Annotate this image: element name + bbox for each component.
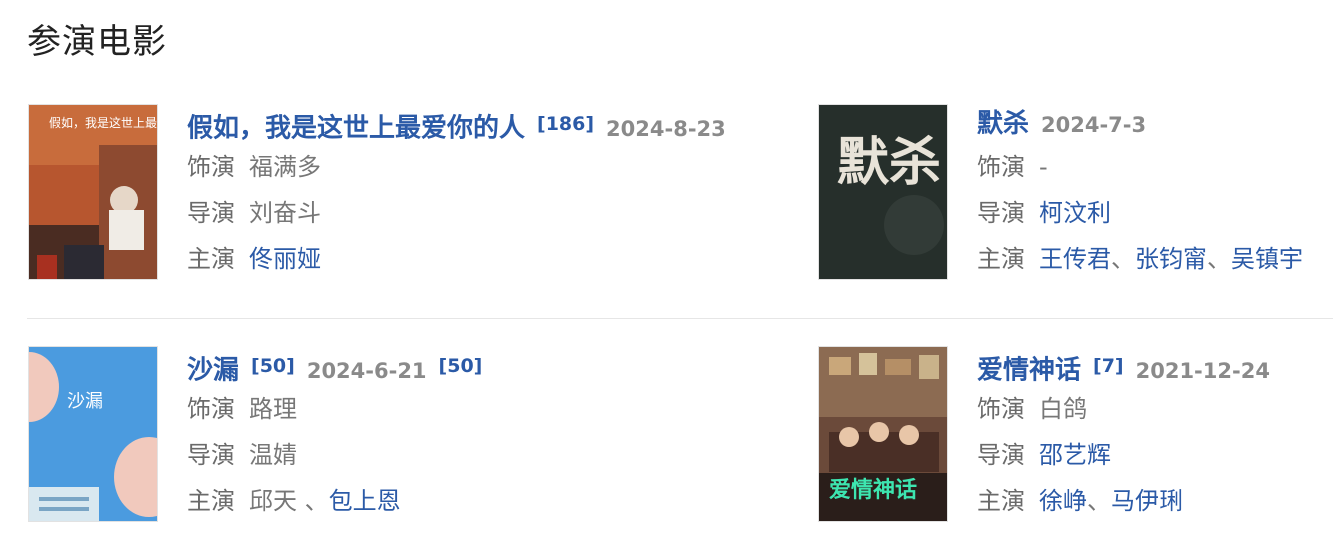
release-date: 2024-6-21 <box>306 359 427 384</box>
movie-title-link[interactable]: 沙漏 <box>187 355 239 385</box>
movie-card: 假如，我是这世上最爱你的人 假如，我是这世上最爱你的人 [186] 2024-8-2… <box>28 104 726 284</box>
cast-link[interactable]: 马伊琍 <box>1111 487 1183 515</box>
cast-label: 主演 <box>977 487 1025 515</box>
role-label: 饰演 <box>977 153 1025 181</box>
director-label: 导演 <box>977 441 1025 469</box>
poster-image: 沙漏 <box>29 347 157 521</box>
role-label: 饰演 <box>187 153 235 181</box>
section-title: 参演电影 <box>27 22 167 62</box>
cast-plain: 邱天 、 <box>249 487 329 515</box>
director-label: 导演 <box>187 199 235 227</box>
cast-link[interactable]: 吴镇宇 <box>1231 245 1303 273</box>
cast-link[interactable]: 徐峥 <box>1039 487 1087 515</box>
role-label: 饰演 <box>187 395 235 423</box>
movie-title-link[interactable]: 爱情神话 <box>977 355 1081 385</box>
row-divider <box>27 318 1333 319</box>
cast-label: 主演 <box>187 487 235 515</box>
poster-image: 默杀 <box>819 105 947 279</box>
release-date: 2024-7-3 <box>1041 113 1147 137</box>
poster-image: 爱情神话 <box>819 347 947 521</box>
director-link[interactable]: 柯汶利 <box>1039 199 1111 227</box>
movie-poster[interactable]: 爱情神话 <box>818 346 948 522</box>
poster-text: 沙漏 <box>67 391 103 412</box>
role-value: 福满多 <box>249 153 321 181</box>
role-value: 路理 <box>249 395 297 423</box>
role-value: - <box>1039 153 1048 181</box>
reference-link[interactable]: [186] <box>537 113 594 135</box>
movie-title-link[interactable]: 假如，我是这世上最爱你的人 <box>187 113 525 143</box>
director-link[interactable]: 邵艺辉 <box>1039 441 1111 469</box>
release-date: 2024-8-23 <box>606 117 726 142</box>
release-date: 2021-12-24 <box>1135 359 1270 384</box>
director-label: 导演 <box>187 441 235 469</box>
movie-card: 爱情神话 爱情神话 [7] 2021-12-24 饰演 白鸽 导演 邵艺辉 主演 徐峥、马… <box>818 346 1333 526</box>
director-value: 温婧 <box>249 441 297 469</box>
reference-link[interactable]: [7] <box>1093 355 1124 377</box>
cast-link[interactable]: 佟丽娅 <box>249 245 321 273</box>
poster-text: 假如，我是这世上最爱你的人 <box>49 115 158 130</box>
cast-label: 主演 <box>187 245 235 273</box>
poster-image: 假如，我是这世上最爱你的人 <box>29 105 158 279</box>
poster-text: 爱情神话 <box>829 477 917 503</box>
reference-link[interactable]: [50] <box>439 355 483 377</box>
movie-poster[interactable]: 默杀 <box>818 104 948 280</box>
cast-link[interactable]: 王传君 <box>1039 245 1111 273</box>
poster-text: 默杀 <box>837 132 941 193</box>
role-label: 饰演 <box>977 395 1025 423</box>
movie-card: 沙漏 沙漏 [50] 2024-6-21 [50] 饰演 路理 导演 温婧 主演 邱天 、包… <box>28 346 548 526</box>
movie-poster[interactable]: 假如，我是这世上最爱你的人 <box>28 104 158 280</box>
role-value: 白鸽 <box>1039 395 1087 423</box>
movie-poster[interactable]: 沙漏 <box>28 346 158 522</box>
cast-label: 主演 <box>977 245 1025 273</box>
reference-link[interactable]: [50] <box>251 355 295 377</box>
cast-link[interactable]: 张钧甯 <box>1135 245 1207 273</box>
director-value: 刘奋斗 <box>249 199 321 227</box>
director-label: 导演 <box>977 199 1025 227</box>
movie-title-link[interactable]: 默杀 <box>977 109 1029 139</box>
cast-link[interactable]: 包上恩 <box>329 487 401 515</box>
movie-card: 默杀 默杀 2024-7-3 饰演 - 导演 柯汶利 主演 王传君、张钧甯、吴镇宇 <box>818 104 1333 284</box>
